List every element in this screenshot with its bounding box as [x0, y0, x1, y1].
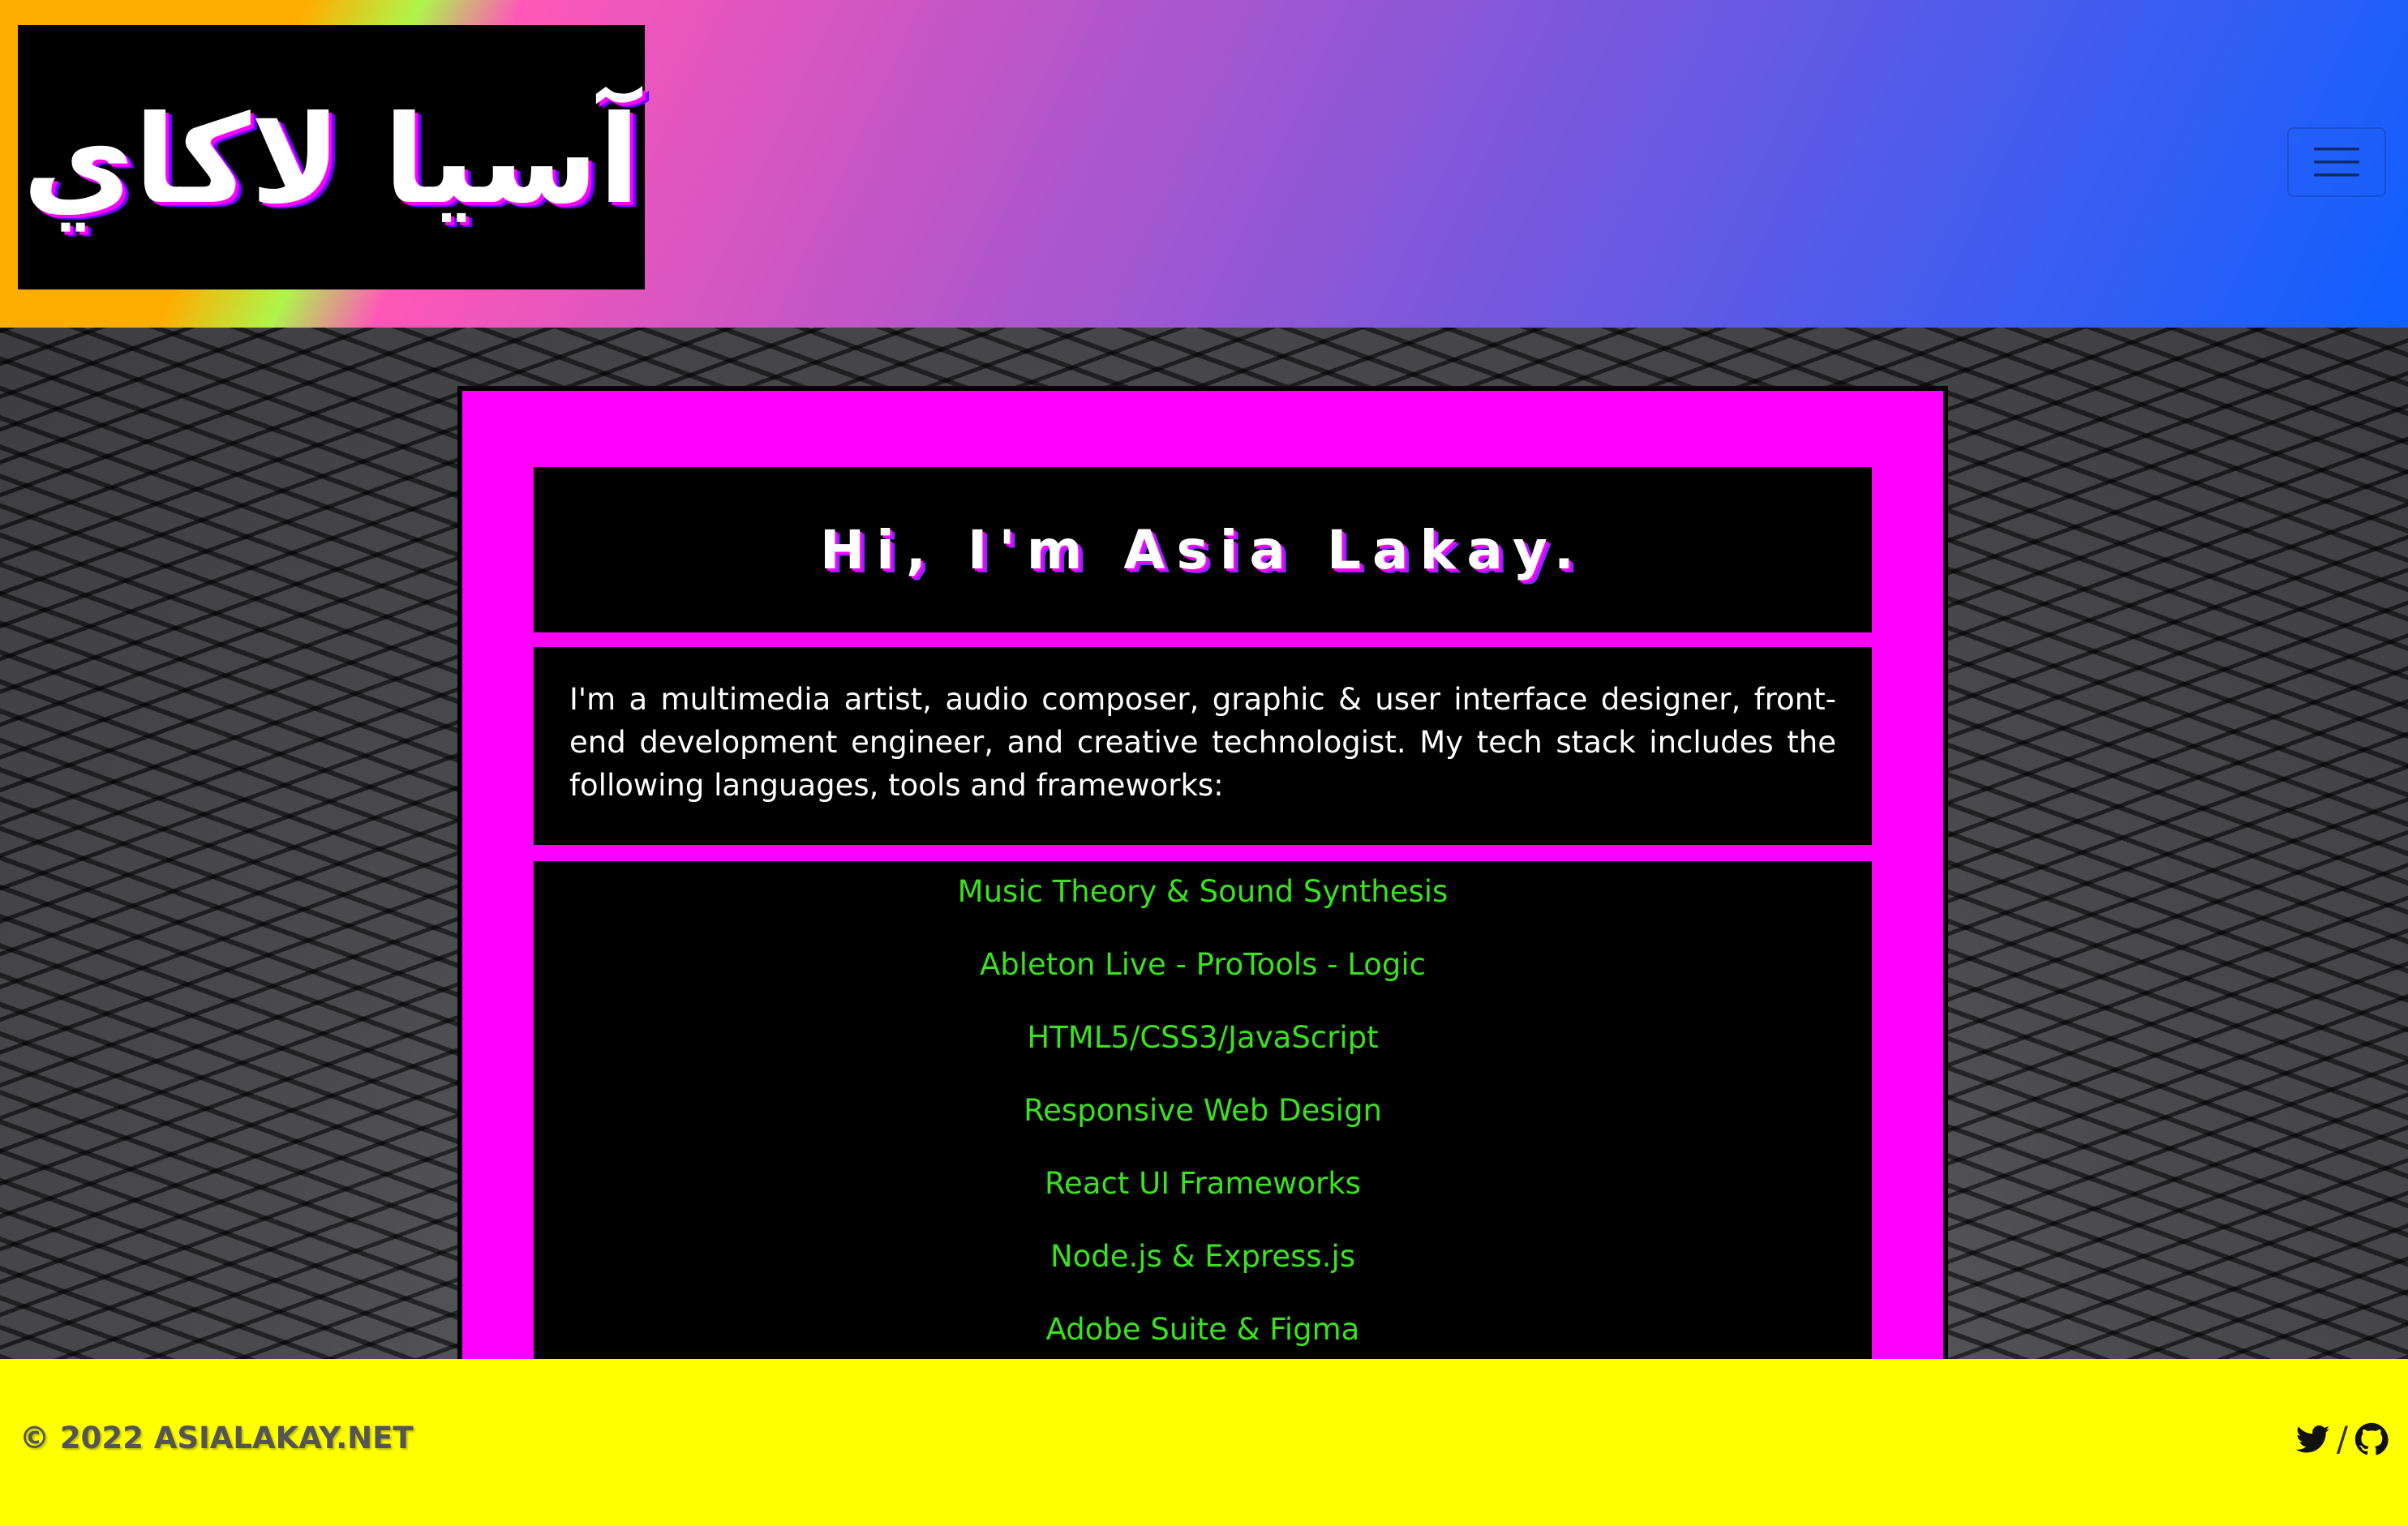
- hamburger-menu-button[interactable]: [2287, 127, 2386, 197]
- social-links: /: [2295, 1419, 2389, 1459]
- site-logo[interactable]: آسيا لاكاي: [18, 25, 645, 289]
- page-title: Hi, I'm Asia Lakay.: [820, 518, 1586, 581]
- hamburger-menu-icon: [2314, 148, 2359, 177]
- skill-item[interactable]: Responsive Web Design: [534, 1093, 1872, 1166]
- intro-paragraph: I'm a multimedia artist, audio composer,…: [569, 682, 1836, 803]
- site-footer: © 2022 ASIALAKAY.NET /: [0, 1359, 2408, 1526]
- twitter-icon: [2295, 1425, 2330, 1453]
- skills-list: Music Theory & Sound Synthesis Ableton L…: [534, 874, 1872, 1385]
- skill-item[interactable]: React UI Frameworks: [534, 1166, 1872, 1239]
- copyright-text: © 2022 ASIALAKAY.NET: [19, 1421, 414, 1455]
- github-icon: [2354, 1422, 2389, 1455]
- about-card: Hi, I'm Asia Lakay. I'm a multimedia art…: [457, 386, 1948, 1477]
- site-header: آسيا لاكاي: [0, 0, 2408, 328]
- skill-item[interactable]: HTML5/CSS3/JavaScript: [534, 1020, 1872, 1093]
- title-panel: Hi, I'm Asia Lakay.: [534, 467, 1872, 632]
- twitter-link[interactable]: [2295, 1422, 2330, 1456]
- intro-panel: I'm a multimedia artist, audio composer,…: [534, 647, 1872, 845]
- skill-item[interactable]: Node.js & Express.js: [534, 1239, 1872, 1312]
- skill-item[interactable]: Ableton Live - ProTools - Logic: [534, 947, 1872, 1020]
- github-link[interactable]: [2354, 1422, 2389, 1456]
- social-separator: /: [2336, 1419, 2348, 1459]
- logo-text: آسيا لاكاي: [22, 90, 641, 231]
- skill-item[interactable]: Music Theory & Sound Synthesis: [534, 874, 1872, 947]
